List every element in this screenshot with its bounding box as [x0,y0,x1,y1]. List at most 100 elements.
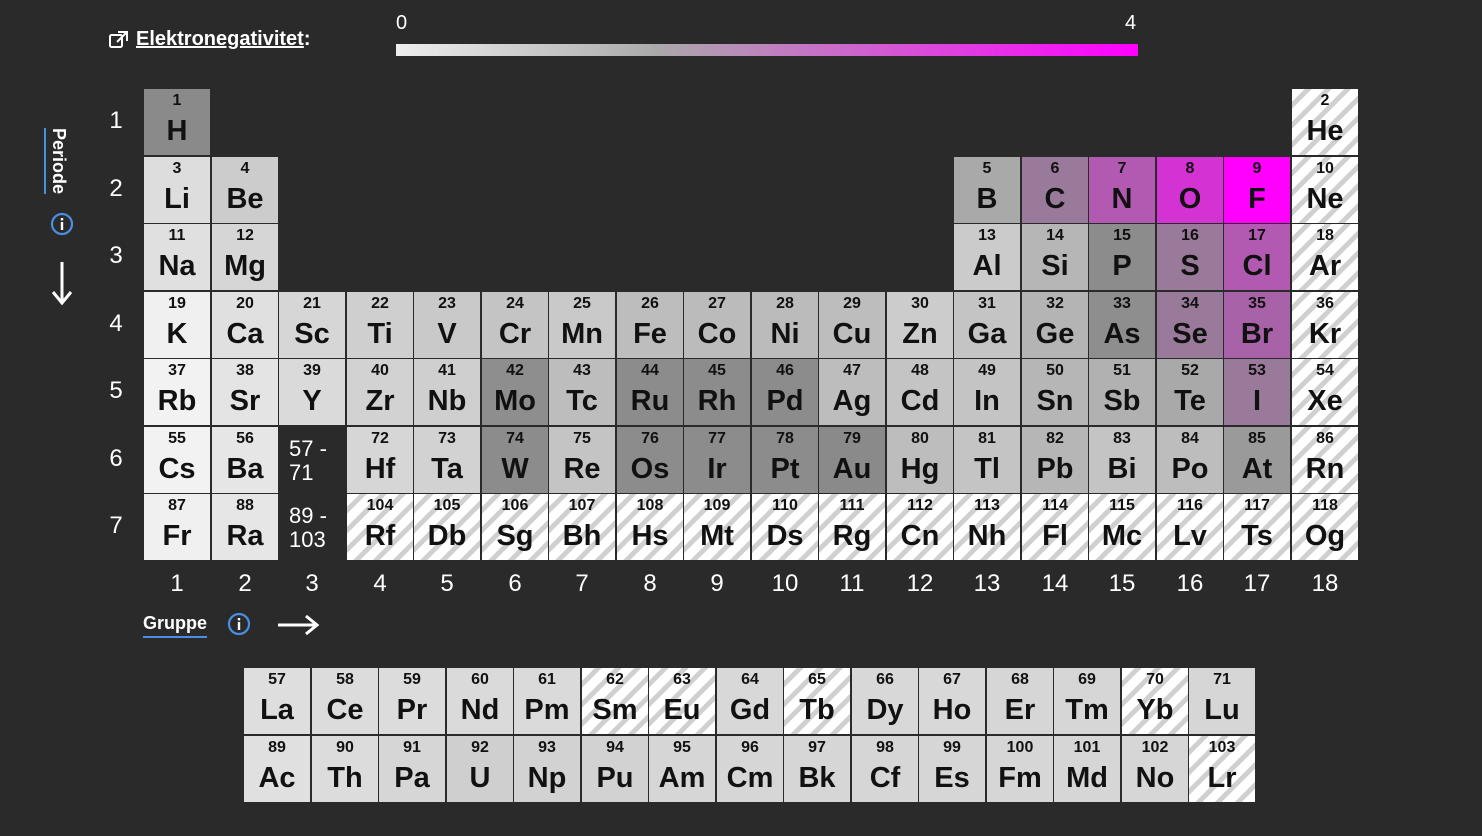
element-mg[interactable]: 12 Mg [212,224,278,290]
element-w[interactable]: 74 W [482,427,548,493]
element-au[interactable]: 79 Au [819,427,885,493]
element-s[interactable]: 16 S [1157,224,1223,290]
element-si[interactable]: 14 Si [1022,224,1088,290]
element-rh[interactable]: 45 Rh [684,359,750,425]
group-axis-label[interactable]: Gruppe [143,613,208,638]
element-pt[interactable]: 78 Pt [752,427,818,493]
element-br[interactable]: 35 Br [1224,292,1290,358]
element-i[interactable]: 53 I [1224,359,1290,425]
element-tl[interactable]: 81 Tl [954,427,1020,493]
element-f[interactable]: 9F [1224,157,1290,223]
element-xe[interactable]: 54 Xe [1292,359,1358,425]
element-pa[interactable]: 91 Pa [379,736,445,802]
element-o[interactable]: 8O [1157,157,1223,223]
element-ca[interactable]: 20 Ca [212,292,278,358]
element-at[interactable]: 85 At [1224,427,1290,493]
element-ru[interactable]: 44 Ru [617,359,683,425]
element-in[interactable]: 49 In [954,359,1020,425]
element-p[interactable]: 15 P [1089,224,1155,290]
element-co[interactable]: 27 Co [684,292,750,358]
element-tc[interactable]: 43 Tc [549,359,615,425]
element-hg[interactable]: 80 Hg [887,427,953,493]
element-na[interactable]: 11 Na [144,224,210,290]
element-np[interactable]: 93 Np [514,736,580,802]
element-og[interactable]: 118 Og [1292,494,1358,560]
element-cs[interactable]: 55 Cs [144,427,210,493]
element-lv[interactable]: 116 Lv [1157,494,1223,560]
element-ge[interactable]: 32 Ge [1022,292,1088,358]
element-cm[interactable]: 96 Cm [717,736,783,802]
element-hf[interactable]: 72 Hf [347,427,413,493]
element-ho[interactable]: 67 Ho [919,668,985,734]
element-h[interactable]: 1H [144,89,210,155]
element-rn[interactable]: 86 Rn [1292,427,1358,493]
element-pb[interactable]: 82 Pb [1022,427,1088,493]
element-v[interactable]: 23 V [414,292,480,358]
element-zn[interactable]: 30 Zn [887,292,953,358]
element-sg[interactable]: 106 Sg [482,494,548,560]
element-nd[interactable]: 60 Nd [447,668,513,734]
period-axis-label[interactable]: Periode [44,128,69,195]
element-al[interactable]: 13 Al [954,224,1020,290]
element-ds[interactable]: 110 Ds [752,494,818,560]
element-cr[interactable]: 24 Cr [482,292,548,358]
element-ra[interactable]: 88 Ra [212,494,278,560]
element-po[interactable]: 84 Po [1157,427,1223,493]
element-ag[interactable]: 47 Ag [819,359,885,425]
element-sc[interactable]: 21 Sc [279,292,345,358]
element-pu[interactable]: 94 Pu [582,736,648,802]
element-sr[interactable]: 38 Sr [212,359,278,425]
element-ti[interactable]: 22 Ti [347,292,413,358]
element-cf[interactable]: 98 Cf [852,736,918,802]
element-te[interactable]: 52 Te [1157,359,1223,425]
element-es[interactable]: 99 Es [919,736,985,802]
element-lr[interactable]: 103 Lr [1189,736,1255,802]
period-info-icon[interactable] [50,212,74,236]
element-n[interactable]: 7N [1089,157,1155,223]
element-no[interactable]: 102 No [1122,736,1188,802]
element-cd[interactable]: 48 Cd [887,359,953,425]
element-hs[interactable]: 108 Hs [617,494,683,560]
element-os[interactable]: 76 Os [617,427,683,493]
element-li[interactable]: 3 Li [144,157,210,223]
element-zr[interactable]: 40 Zr [347,359,413,425]
element-ni[interactable]: 28 Ni [752,292,818,358]
element-re[interactable]: 75 Re [549,427,615,493]
element-mo[interactable]: 42 Mo [482,359,548,425]
element-md[interactable]: 101 Md [1054,736,1120,802]
element-fl[interactable]: 114 Fl [1022,494,1088,560]
element-ta[interactable]: 73 Ta [414,427,480,493]
element-ts[interactable]: 117 Ts [1224,494,1290,560]
electronegativity-link[interactable]: Elektronegativitet [136,28,304,51]
element-sn[interactable]: 50 Sn [1022,359,1088,425]
element-he[interactable]: 2 He [1292,89,1358,155]
element-pd[interactable]: 46 Pd [752,359,818,425]
element-mt[interactable]: 109 Mt [684,494,750,560]
element-ga[interactable]: 31 Ga [954,292,1020,358]
element-fe[interactable]: 26 Fe [617,292,683,358]
element-bk[interactable]: 97 Bk [784,736,850,802]
external-link-icon[interactable] [108,29,130,51]
element-fr[interactable]: 87 Fr [144,494,210,560]
element-rb[interactable]: 37 Rb [144,359,210,425]
element-dy[interactable]: 66 Dy [852,668,918,734]
element-tb[interactable]: 65 Tb [784,668,850,734]
element-bh[interactable]: 107 Bh [549,494,615,560]
element-rf[interactable]: 104 Rf [347,494,413,560]
element-tm[interactable]: 69 Tm [1054,668,1120,734]
element-th[interactable]: 90 Th [312,736,378,802]
element-be[interactable]: 4 Be [212,157,278,223]
element-mc[interactable]: 115 Mc [1089,494,1155,560]
element-sm[interactable]: 62 Sm [582,668,648,734]
element-am[interactable]: 95 Am [649,736,715,802]
element-ar[interactable]: 18 Ar [1292,224,1358,290]
element-nb[interactable]: 41 Nb [414,359,480,425]
element-eu[interactable]: 63 Eu [649,668,715,734]
element-pm[interactable]: 61 Pm [514,668,580,734]
element-ba[interactable]: 56 Ba [212,427,278,493]
element-cl[interactable]: 17 Cl [1224,224,1290,290]
element-ac[interactable]: 89 Ac [244,736,310,802]
element-as[interactable]: 33 As [1089,292,1155,358]
element-mn[interactable]: 25 Mn [549,292,615,358]
element-la[interactable]: 57 La [244,668,310,734]
